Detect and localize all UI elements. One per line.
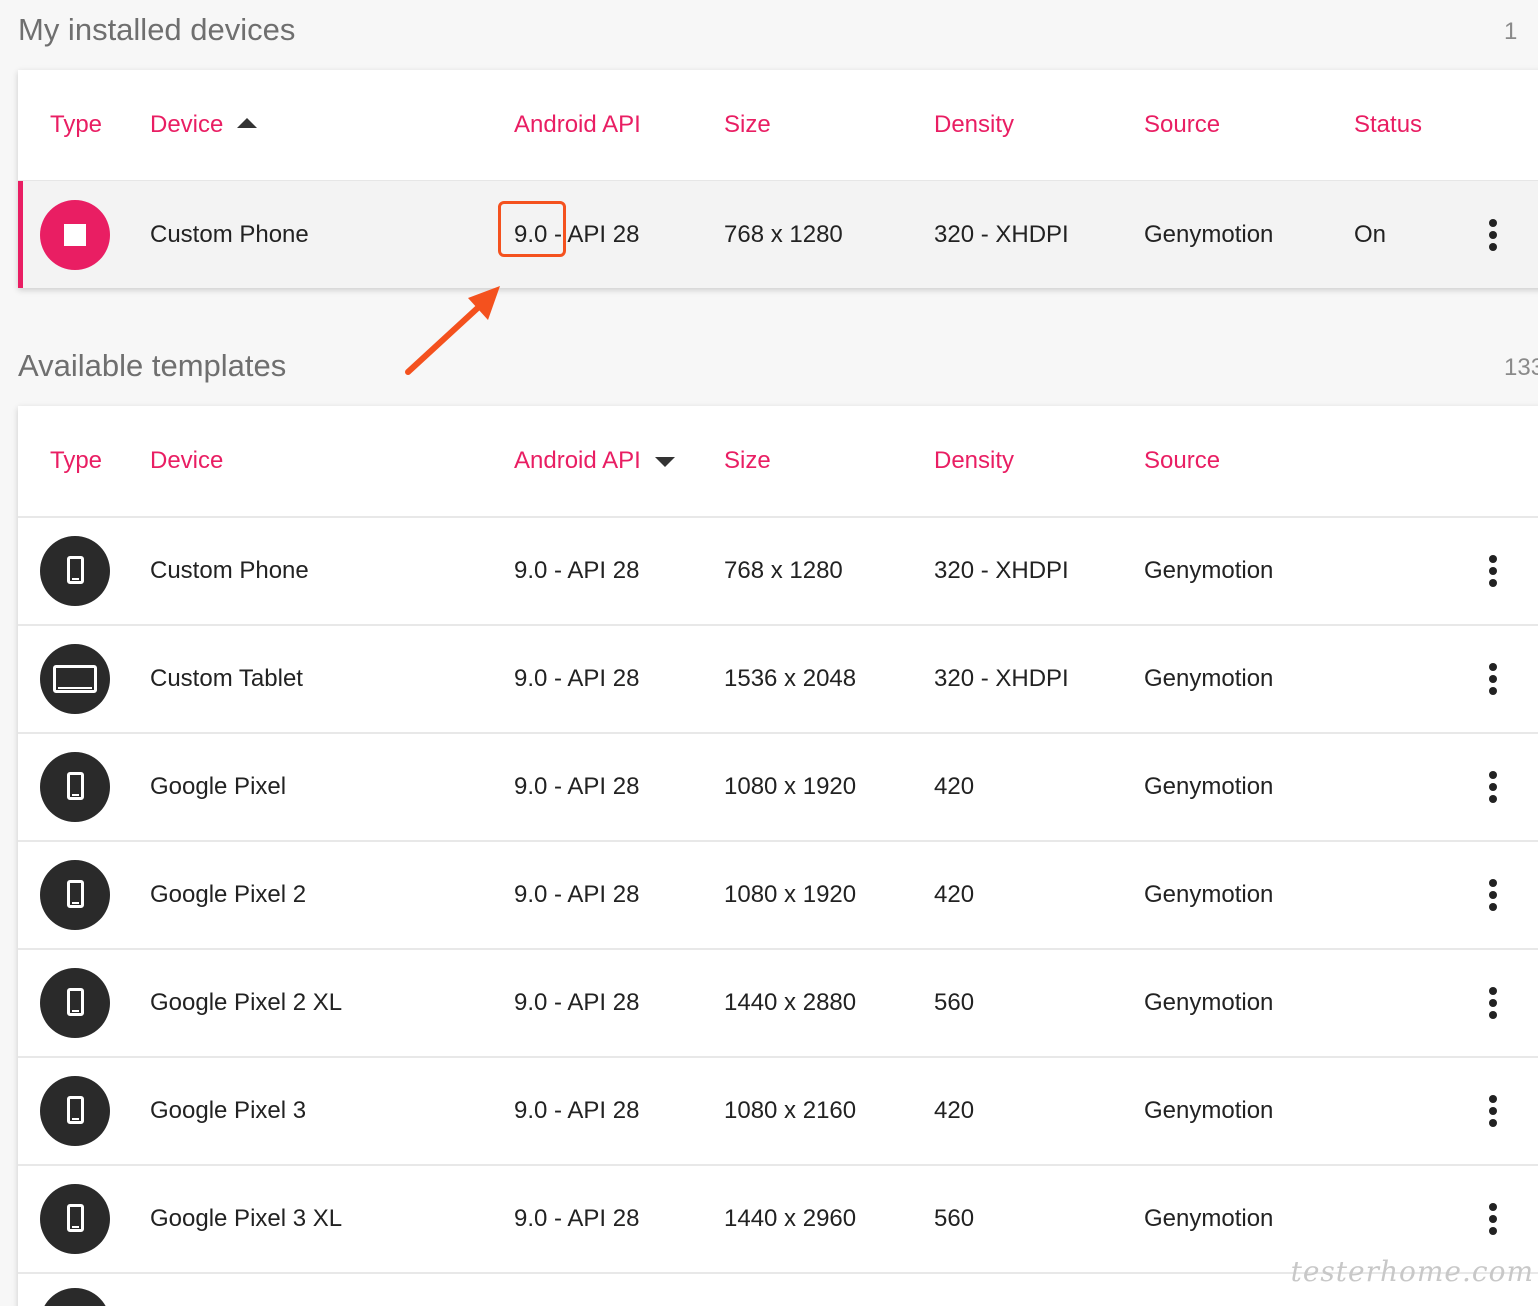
device-size: 1080 x 2160 [724,1097,857,1124]
table-row[interactable]: Google Pixel 3 9.0 - API 28 1080 x 2160 … [18,1056,1538,1164]
device-api: 9.0 - API 28 [514,989,640,1016]
table-header: Type Device Android API Size Density Sou… [18,70,1538,180]
header-size[interactable]: Size [724,406,771,516]
phone-icon [67,988,84,1016]
device-type-badge [40,968,110,1038]
header-type[interactable]: Type [50,406,102,516]
watermark: testerhome.com [1290,1255,1534,1288]
device-api: 9.0 - API 28 [514,557,640,584]
header-android-api[interactable]: Android API [514,70,641,180]
header-api-label: Android API [514,447,641,474]
device-size: 768 x 1280 [724,557,843,584]
phone-icon [67,880,84,908]
table-row[interactable]: Custom Phone 9.0 - API 28 768 x 1280 320… [18,516,1538,624]
device-source: Genymotion [1144,220,1274,248]
installed-devices-table: Type Device Android API Size Density Sou… [18,70,1538,288]
table-row[interactable]: Custom Tablet 9.0 - API 28 1536 x 2048 3… [18,624,1538,732]
table-header: Type Device Android API Size Density Sou… [18,406,1538,516]
device-density: 320 - XHDPI [934,557,1069,584]
device-size: 1080 x 1920 [724,773,857,800]
device-status: On [1354,220,1387,248]
device-type-badge [40,536,110,606]
device-density: 420 [934,881,975,908]
device-name: Custom Phone [150,557,309,584]
table-row[interactable]: Google Pixel 9.0 - API 28 1080 x 1920 42… [18,732,1538,840]
tablet-icon [53,665,97,693]
device-name: Google Pixel 3 [150,1097,307,1124]
device-type-badge [40,1076,110,1146]
device-name: Google Pixel 3 XL [150,1205,343,1232]
device-type-badge [40,644,110,714]
device-source: Genymotion [1144,1205,1274,1232]
sort-ascending-icon [237,118,258,128]
device-size: 1536 x 2048 [724,665,857,692]
more-vert-icon[interactable] [1478,215,1508,255]
templates-count: 133 [1504,354,1538,381]
device-type-badge [40,860,110,930]
device-source: Genymotion [1144,989,1274,1016]
device-size: 768 x 1280 [724,220,843,248]
device-source: Genymotion [1144,1097,1274,1124]
table-row[interactable]: Google Pixel 2 9.0 - API 28 1080 x 1920 … [18,840,1538,948]
header-status[interactable]: Status [1354,70,1422,180]
stop-device-button[interactable] [40,199,110,270]
header-device-label: Device [150,111,224,138]
sort-descending-icon [654,457,675,467]
header-source[interactable]: Source [1144,70,1220,180]
templates-table: Type Device Android API Size Density Sou… [18,406,1538,1306]
table-row[interactable]: Custom Phone 9.0 - API 28 768 x 1280 320… [18,180,1538,288]
header-source[interactable]: Source [1144,406,1220,516]
more-vert-icon[interactable] [1478,551,1508,591]
device-density: 320 - XHDPI [934,220,1069,248]
device-density: 420 [934,1097,975,1124]
installed-count: 1 [1504,18,1518,45]
device-api: 9.0 - API 28 [514,1205,640,1232]
more-vert-icon[interactable] [1478,659,1508,699]
device-api: 9.0 - API 28 [514,773,640,800]
more-vert-icon[interactable] [1478,767,1508,807]
installed-section-title: My installed devices [18,12,296,47]
device-source: Genymotion [1144,665,1274,692]
device-size: 1440 x 2960 [724,1205,857,1232]
device-name: Google Pixel 2 XL [150,989,343,1016]
header-device[interactable]: Device [150,70,258,180]
annotation-highlight-box [498,201,566,257]
more-vert-icon[interactable] [1478,1091,1508,1131]
device-source: Genymotion [1144,773,1274,800]
header-size[interactable]: Size [724,70,771,180]
phone-icon [67,1096,84,1124]
device-size: 1440 x 2880 [724,989,857,1016]
device-api: 9.0 - API 28 [514,881,640,908]
device-api: 9.0 - API 28 [514,665,640,692]
device-size: 1080 x 1920 [724,881,857,908]
device-name: Google Pixel [150,773,287,800]
phone-icon [67,556,84,584]
annotation-arrow-icon [405,286,500,375]
device-source: Genymotion [1144,557,1274,584]
device-name: Google Pixel 2 [150,881,307,908]
device-type-badge [40,752,110,822]
device-name: Custom Tablet [150,665,303,692]
phone-icon [67,772,84,800]
more-vert-icon[interactable] [1478,1199,1508,1239]
header-density[interactable]: Density [934,406,1014,516]
header-density[interactable]: Density [934,70,1014,180]
header-android-api[interactable]: Android API [514,406,675,516]
device-type-badge [40,1184,110,1254]
device-name: Custom Phone [150,220,309,248]
header-device[interactable]: Device [150,406,223,516]
device-density: 320 - XHDPI [934,665,1069,692]
stop-icon [64,223,86,246]
device-api: 9.0 - API 28 [514,1097,640,1124]
table-row[interactable]: Google Pixel 2 XL 9.0 - API 28 1440 x 28… [18,948,1538,1056]
more-vert-icon[interactable] [1478,875,1508,915]
device-density: 560 [934,1205,975,1232]
header-type[interactable]: Type [50,70,102,180]
device-density: 560 [934,989,975,1016]
device-source: Genymotion [1144,881,1274,908]
device-density: 420 [934,773,975,800]
phone-icon [67,1204,84,1232]
more-vert-icon[interactable] [1478,983,1508,1023]
templates-section-title: Available templates [18,348,287,383]
